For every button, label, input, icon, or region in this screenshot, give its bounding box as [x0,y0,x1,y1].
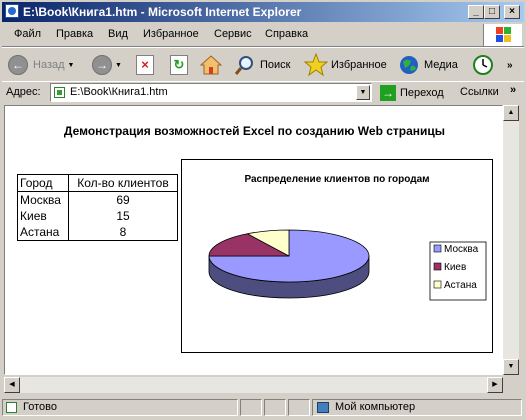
status-cell [288,399,310,416]
address-label: Адрес: [6,86,41,98]
stop-icon: × [136,55,154,75]
close-button[interactable]: × [504,5,520,19]
table-header-city: Город [17,174,69,192]
legend-swatch [433,244,442,253]
scroll-up-button[interactable]: ▲ [503,105,519,121]
home-button[interactable] [200,52,222,78]
legend-label: Астана [444,280,477,291]
menu-bar: Файл Правка Вид Избранное Сервис Справка [2,24,524,47]
media-globe-icon [400,56,418,74]
menu-help[interactable]: Справка [265,28,308,40]
address-input[interactable]: E:\Book\Книга1.htm ▼ [50,83,372,102]
window-title: E:\Book\Книга1.htm - Microsoft Internet … [23,5,302,19]
favorites-button[interactable]: Избранное [304,52,387,78]
back-dropdown-icon[interactable]: ▼ [68,62,75,69]
table-row: Киев 15 [17,208,178,224]
go-button[interactable]: → Переход [380,83,444,103]
pie-chart: Распределение клиентов по городам Москва К… [208,174,487,301]
table-cell-count: 69 [68,191,178,208]
browser-window: E:\Book\Книга1.htm - Microsoft Internet … [0,0,526,420]
vertical-scrollbar[interactable]: ▲ ▼ [503,105,519,375]
home-icon [200,55,222,75]
media-label: Медиа [424,59,458,71]
go-arrow-icon: → [380,85,396,101]
links-chevron-icon[interactable]: » [510,84,516,96]
table-header-count: Кол-во клиентов [68,174,178,192]
windows-logo-icon [483,24,522,46]
search-icon [234,56,253,75]
refresh-button[interactable]: ↻ [170,52,188,78]
search-button[interactable]: Поиск [234,52,290,78]
menu-favorites[interactable]: Избранное [143,28,199,40]
status-zone-text: Мой компьютер [335,401,416,413]
table-row: Москва 69 [17,191,178,208]
table-cell-city: Киев [17,208,69,224]
table-cell-count: 8 [68,224,178,241]
page-heading: Демонстрация возможностей Excel по созда… [63,124,446,138]
back-arrow-icon: ← [8,55,28,75]
legend-swatch [433,280,442,289]
status-cell [264,399,286,416]
menu-tools[interactable]: Сервис [214,28,252,40]
status-text: Готово [23,401,57,413]
stop-button[interactable]: × [136,52,154,78]
page-content: Демонстрация возможностей Excel по созда… [4,105,503,375]
history-button[interactable] [472,52,494,78]
table-row: Астана 8 [17,224,178,241]
address-bar: Адрес: E:\Book\Книга1.htm ▼ → Переход Сс… [2,81,524,104]
status-zone: Мой компьютер [312,399,522,416]
my-computer-icon [317,402,329,413]
table-cell-city: Астана [17,224,69,241]
refresh-icon: ↻ [170,55,188,75]
scroll-left-button[interactable]: ◀ [4,377,20,393]
menu-file[interactable]: Файл [14,28,41,40]
forward-arrow-icon: → [92,55,112,75]
toolbar-chevron-icon[interactable]: » [507,52,513,78]
table-cell-city: Москва [17,191,69,208]
maximize-button[interactable]: □ [484,5,500,19]
table-cell-count: 15 [68,208,178,224]
links-label[interactable]: Ссылки [460,86,499,98]
title-bar[interactable]: E:\Book\Книга1.htm - Microsoft Internet … [2,2,524,22]
legend-swatch [433,262,442,271]
address-dropdown-button[interactable]: ▼ [356,85,370,100]
horizontal-scrollbar[interactable]: ◀ ▶ [4,377,503,393]
favorites-star-icon [304,53,328,77]
standard-toolbar: ← Назад ▼ → ▼ × ↻ Поиск Избранное Медиа [2,47,524,82]
status-bar: Готово Мой компьютер [2,397,524,418]
ie-page-icon [5,4,19,18]
back-label: Назад [33,59,65,71]
go-label: Переход [400,87,444,99]
forward-dropdown-icon[interactable]: ▼ [115,62,122,69]
favorites-label: Избранное [331,59,387,71]
status-main: Готово [2,399,238,416]
page-status-icon [6,402,17,413]
chart-title: Распределение клиентов по городам [244,174,429,185]
menu-edit[interactable]: Правка [56,28,93,40]
status-cell [240,399,262,416]
html-document-icon [54,87,65,98]
forward-button[interactable]: → ▼ [92,52,122,78]
clients-table: Город Кол-во клиентов Москва 69 Киев 15 … [17,174,178,241]
menu-view[interactable]: Вид [108,28,128,40]
scroll-corner [503,377,519,393]
media-button[interactable]: Медиа [398,52,458,78]
legend-label: Киев [444,262,466,273]
minimize-button[interactable]: _ [468,5,484,19]
pie-chart-area: Распределение клиентов по городам Москва К… [181,159,493,353]
scroll-right-button[interactable]: ▶ [487,377,503,393]
search-label: Поиск [260,59,291,71]
address-value: E:\Book\Книга1.htm [70,86,168,98]
history-clock-icon [473,55,493,75]
legend-label: Москва [444,244,479,255]
back-button[interactable]: ← Назад ▼ [8,52,74,78]
scroll-down-button[interactable]: ▼ [503,359,519,375]
table-header-row: Город Кол-во клиентов [17,174,178,192]
